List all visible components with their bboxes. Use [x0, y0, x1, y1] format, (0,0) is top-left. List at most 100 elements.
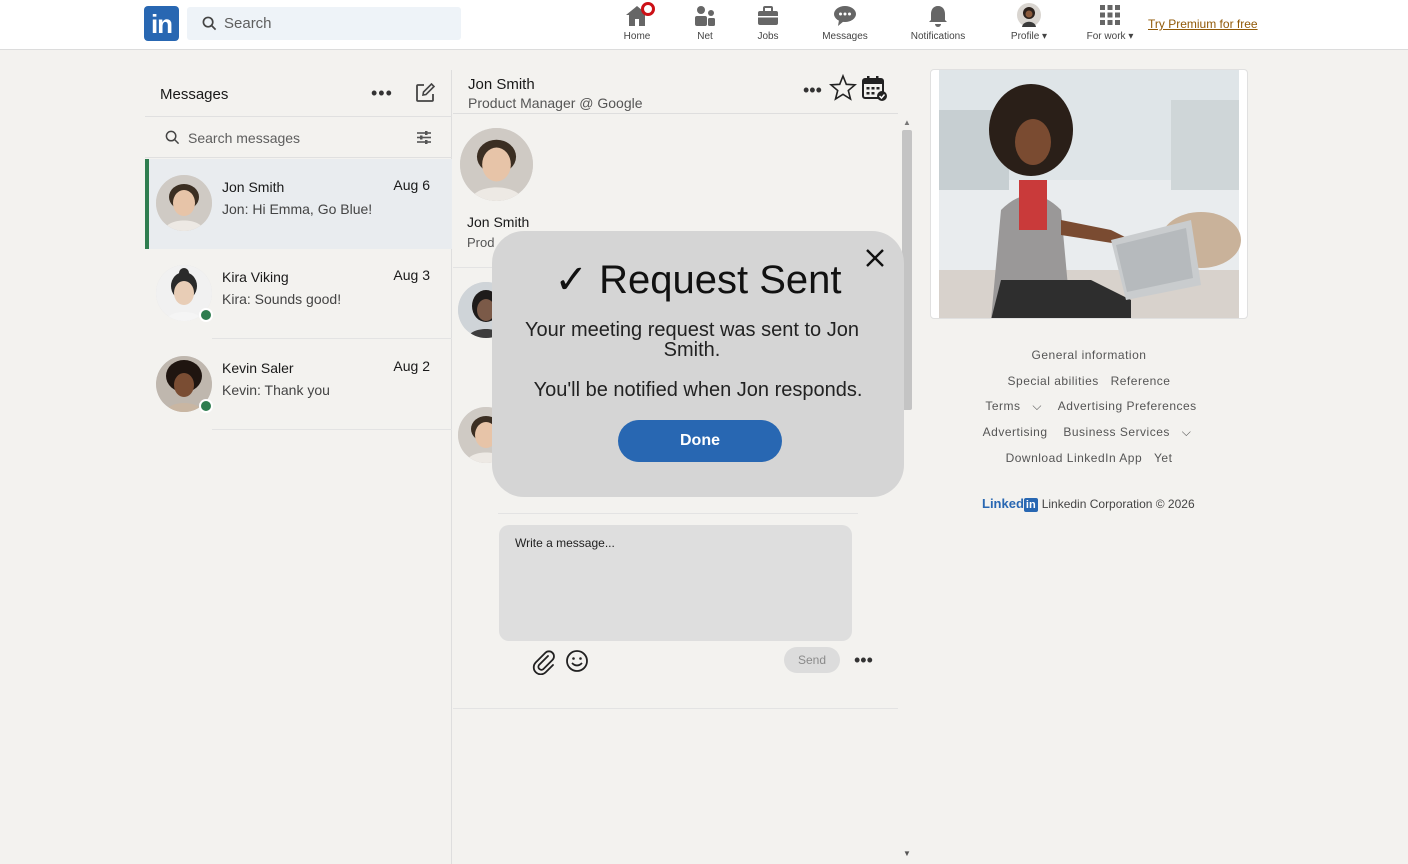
footer-link-yet[interactable]: Yet	[1154, 451, 1172, 465]
avatar	[156, 175, 212, 231]
footer-row: Download LinkedIn App Yet	[930, 449, 1248, 475]
messages-panel: Messages ••• Search messages Jon Smith A…	[145, 70, 452, 864]
nav-messages[interactable]: Messages	[815, 0, 875, 50]
dialog-title: ✓ Request Sent	[554, 258, 842, 302]
message-input-placeholder: Write a message...	[515, 536, 615, 550]
divider	[212, 338, 452, 339]
nav-notifications-label: Notifications	[910, 31, 966, 42]
footer-row: Advertising Business Services ⌵	[930, 423, 1248, 449]
bell-icon	[926, 4, 950, 33]
chevron-down-icon: ⌵	[1032, 399, 1042, 414]
chat-contact-headline: Product Manager @ Google	[468, 95, 643, 111]
linkedin-logo[interactable]: in	[144, 6, 179, 41]
footer-link-special-abilities[interactable]: Special abilities	[1008, 374, 1099, 388]
nav-home[interactable]: Home	[612, 0, 662, 50]
message-input[interactable]: Write a message...	[499, 525, 852, 641]
caret-down-icon: ▾	[1128, 31, 1134, 42]
dialog-message: Your meeting request was sent to Jon Smi…	[525, 319, 859, 361]
conversation-name: Jon Smith	[222, 179, 285, 195]
footer-link-advertising[interactable]: Advertising	[983, 425, 1048, 439]
conversation-item[interactable]: Kevin Saler Aug 2 Kevin: Thank you	[145, 340, 452, 430]
profile-headline: Prod	[467, 235, 495, 250]
nav-profile-label: Profile ▾	[1000, 31, 1058, 42]
dialog-note: You'll be notified when Jon responds.	[533, 379, 863, 401]
search-icon	[202, 16, 217, 36]
calendar-icon[interactable]	[860, 74, 888, 107]
online-status-indicator	[199, 308, 213, 322]
promo-image[interactable]	[930, 69, 1248, 319]
footer-link-general-information[interactable]: General information	[1032, 348, 1147, 362]
footer-link-reference[interactable]: Reference	[1111, 374, 1171, 388]
footer-row: Terms ⌵ Advertising Preferences	[930, 397, 1248, 423]
divider	[453, 708, 898, 709]
linkedin-logo: in	[1023, 498, 1038, 512]
footer-row: Special abilities Reference	[930, 372, 1248, 398]
more-options-icon[interactable]: •••	[803, 80, 822, 101]
conversation-date: Aug 2	[393, 358, 430, 374]
network-icon	[693, 4, 717, 33]
footer-link-terms[interactable]: Terms ⌵	[981, 399, 1046, 413]
more-options-icon[interactable]: •••	[854, 650, 873, 671]
nav-network[interactable]: Net	[685, 0, 725, 50]
conversation-item[interactable]: Kira Viking Aug 3 Kira: Sounds good!	[145, 249, 452, 339]
online-status-indicator	[199, 399, 213, 413]
footer-link-business-services[interactable]: Business Services ⌵	[1059, 425, 1195, 439]
request-sent-dialog: ✓ Request Sent Your meeting request was …	[492, 231, 904, 497]
conversation-name: Kevin Saler	[222, 360, 294, 376]
done-button[interactable]: Done	[618, 420, 782, 462]
nav-for-work-text: For work	[1086, 31, 1126, 42]
paperclip-icon[interactable]	[531, 649, 557, 680]
search-messages-input[interactable]: Search messages	[145, 116, 452, 158]
conversation-preview: Kevin: Thank you	[222, 382, 330, 398]
footer-links: General information Special abilities Re…	[930, 346, 1248, 474]
search-placeholder: Search	[224, 15, 272, 32]
filter-icon[interactable]	[416, 130, 432, 150]
scroll-down-arrow-icon[interactable]: ▼	[903, 849, 911, 858]
send-button[interactable]: Send	[784, 647, 840, 673]
footer-row: General information	[930, 346, 1248, 372]
messages-icon	[832, 4, 858, 33]
footer-link-terms-text: Terms	[985, 399, 1021, 414]
linkedin-wordmark: Linked	[982, 496, 1024, 511]
conversation-date: Aug 3	[393, 267, 430, 283]
notification-badge	[641, 2, 655, 16]
chat-contact-name[interactable]: Jon Smith	[468, 76, 535, 93]
avatar[interactable]	[460, 128, 533, 201]
copyright-text: Linkedin Corporation © 2026	[1041, 497, 1195, 511]
grid-icon	[1099, 4, 1121, 31]
briefcase-icon	[756, 4, 780, 33]
avatar	[1017, 3, 1041, 32]
star-icon[interactable]	[828, 73, 858, 107]
nav-for-work[interactable]: For work ▾	[1080, 0, 1140, 50]
nav-messages-label: Messages	[822, 31, 868, 42]
footer-link-business-services-text: Business Services	[1063, 425, 1170, 440]
nav-for-work-label: For work ▾	[1080, 31, 1140, 42]
conversation-date: Aug 6	[393, 177, 430, 193]
top-nav: in Search Home Net Jobs Messages Notific…	[0, 0, 1408, 50]
footer-link-download-app[interactable]: Download LinkedIn App	[1006, 451, 1143, 465]
divider	[453, 113, 898, 114]
profile-name[interactable]: Jon Smith	[467, 214, 529, 230]
nav-home-label: Home	[623, 31, 651, 42]
global-search-input[interactable]: Search	[187, 7, 461, 40]
divider	[498, 513, 858, 514]
footer-link-advertising-preferences[interactable]: Advertising Preferences	[1058, 399, 1197, 413]
try-premium-link[interactable]: Try Premium for free	[1148, 17, 1258, 31]
scroll-up-arrow-icon[interactable]: ▲	[903, 118, 911, 127]
conversation-item[interactable]: Jon Smith Aug 6 Jon: Hi Emma, Go Blue!	[145, 159, 452, 249]
more-options-icon[interactable]: •••	[371, 83, 393, 104]
search-icon	[165, 130, 180, 150]
chevron-down-icon: ⌵	[1181, 425, 1192, 440]
nav-network-label: Net	[697, 31, 713, 42]
nav-notifications[interactable]: Notifications	[903, 0, 973, 50]
nav-jobs-label: Jobs	[757, 31, 779, 42]
nav-profile[interactable]: Profile ▾	[1000, 0, 1058, 50]
nav-jobs[interactable]: Jobs	[748, 0, 788, 50]
conversation-preview: Jon: Hi Emma, Go Blue!	[222, 201, 373, 217]
compose-icon[interactable]	[415, 82, 436, 108]
conversation-preview: Kira: Sounds good!	[222, 291, 342, 307]
conversation-name: Kira Viking	[222, 269, 289, 285]
emoji-icon[interactable]	[565, 649, 589, 678]
search-messages-placeholder: Search messages	[188, 130, 301, 146]
messages-title: Messages	[160, 86, 229, 103]
